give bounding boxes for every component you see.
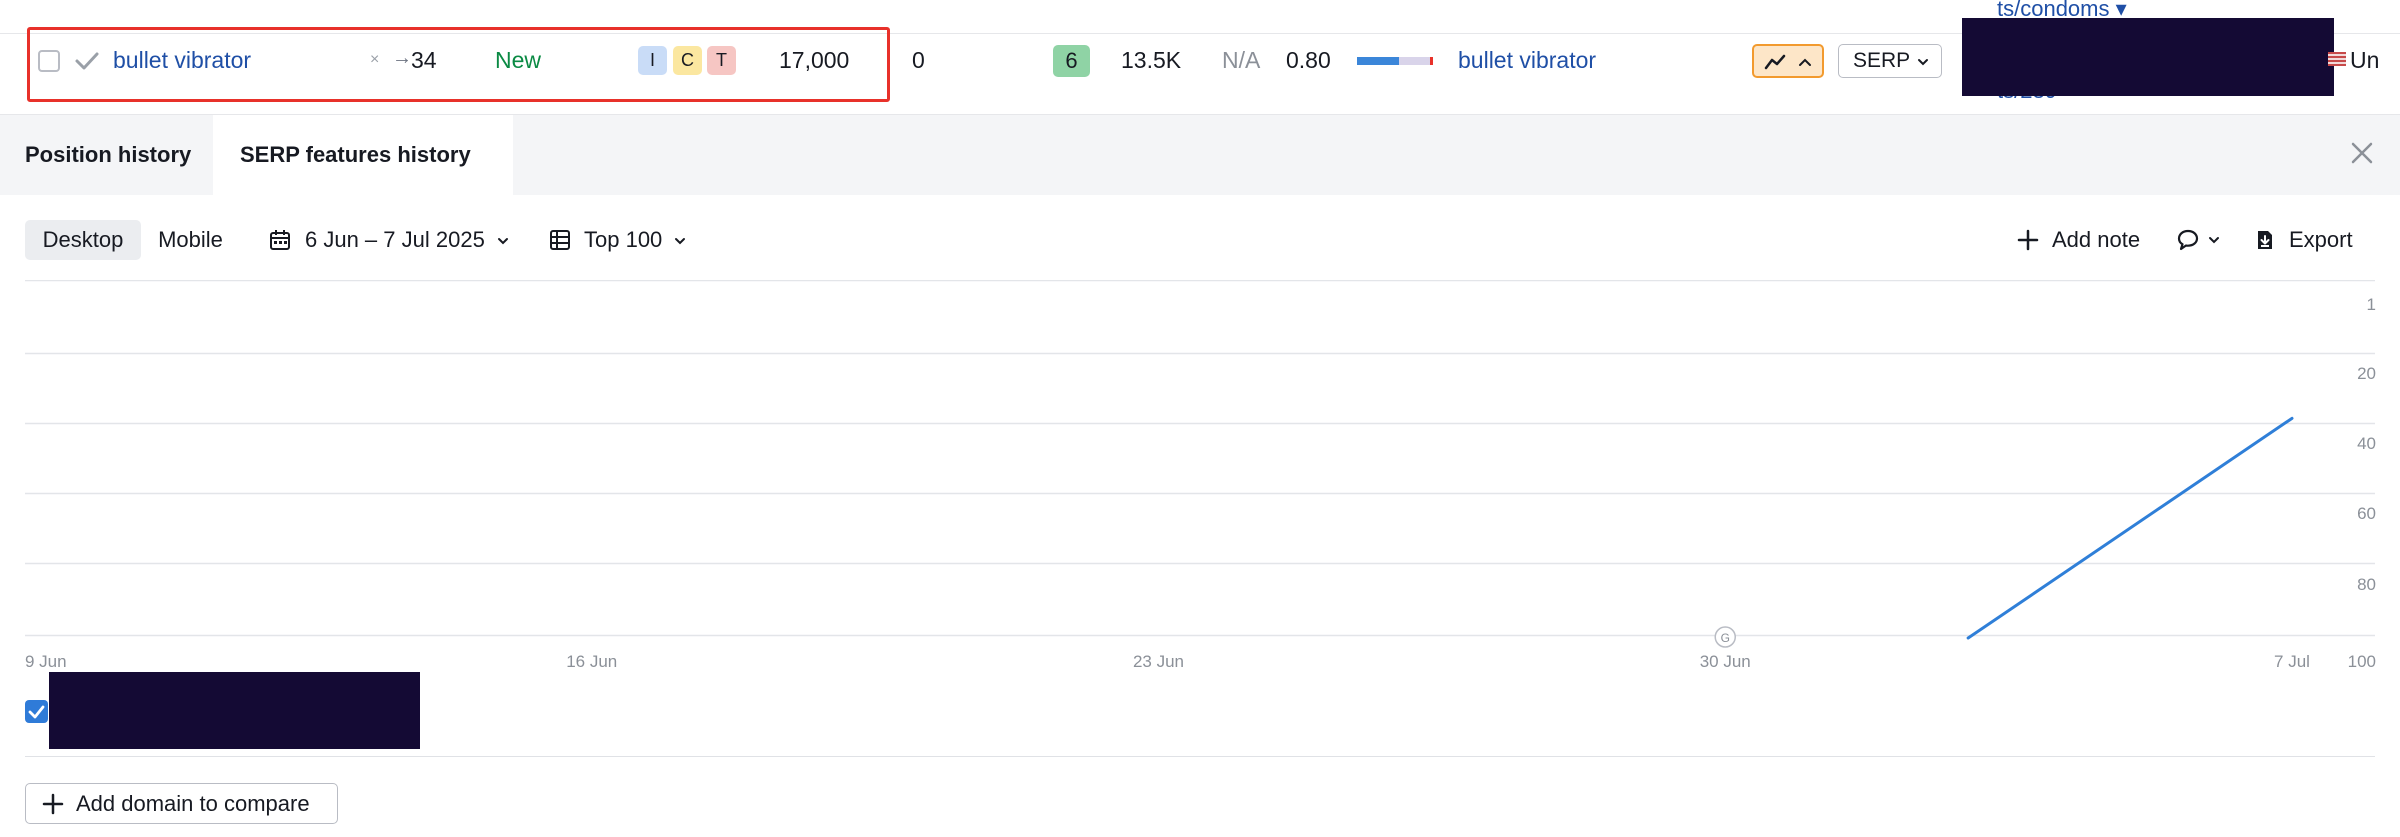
plus-icon bbox=[2017, 229, 2039, 251]
add-domain-label: Add domain to compare bbox=[76, 791, 310, 816]
y-tick-label: 20 bbox=[2357, 364, 2376, 383]
date-range-dropdown[interactable]: 6 Jun – 7 Jul 2025 bbox=[305, 220, 509, 260]
chevron-down-icon bbox=[1918, 59, 1928, 66]
remove-icon[interactable]: × bbox=[370, 51, 379, 69]
y-tick-label: 1 bbox=[2367, 295, 2376, 314]
plus-icon bbox=[42, 793, 64, 815]
keyword-link[interactable]: bullet vibrator bbox=[113, 47, 251, 74]
date-range-label: 6 Jun – 7 Jul 2025 bbox=[305, 227, 485, 252]
download-icon bbox=[2258, 231, 2272, 249]
kd-badge: 6 bbox=[1053, 45, 1090, 77]
serp-label: SERP bbox=[1853, 49, 1911, 72]
comment-icon bbox=[2177, 229, 2199, 251]
competition-bar-fill bbox=[1357, 57, 1399, 65]
legend-divider bbox=[25, 756, 2375, 757]
export-button[interactable]: Export bbox=[2289, 220, 2353, 260]
redacted-block bbox=[1962, 18, 2334, 96]
device-mobile-button[interactable]: Mobile bbox=[143, 220, 238, 260]
position-series-line bbox=[1966, 416, 2294, 640]
redacted-domain bbox=[49, 672, 420, 749]
trend-toggle-button[interactable] bbox=[1752, 44, 1824, 78]
trend-line-icon bbox=[1764, 54, 1786, 70]
x-tick-label: 16 Jun bbox=[566, 652, 617, 671]
country-name: Un bbox=[2350, 47, 2380, 73]
checkmark-icon bbox=[75, 52, 99, 70]
us-flag-icon bbox=[2328, 52, 2346, 66]
chevron-down-icon bbox=[497, 238, 508, 245]
close-icon[interactable] bbox=[2346, 137, 2378, 169]
row-checkbox[interactable] bbox=[38, 50, 60, 72]
keyword-row: bullet vibrator × → 34 New I C T 17,000 … bbox=[0, 0, 2400, 115]
competition-bar-marker bbox=[1430, 57, 1433, 65]
keyword-position: 34 bbox=[411, 47, 437, 73]
cpc-value: 13.5K bbox=[1121, 47, 1182, 73]
intent-badge-commercial: C bbox=[673, 46, 702, 75]
table-icon bbox=[550, 230, 570, 250]
device-desktop-button[interactable]: Desktop bbox=[25, 220, 141, 260]
x-tick-label: 9 Jun bbox=[25, 652, 67, 671]
add-note-button[interactable]: Add note bbox=[2052, 220, 2140, 260]
x-tick-label: 30 Jun bbox=[1700, 652, 1751, 671]
status-new: New bbox=[495, 47, 542, 73]
traffic-value: 0 bbox=[912, 47, 925, 73]
calendar-icon bbox=[270, 230, 290, 250]
chevron-up-icon bbox=[1799, 58, 1811, 66]
top-results-dropdown[interactable]: Top 100 bbox=[584, 220, 686, 260]
top-results-label: Top 100 bbox=[584, 227, 663, 252]
checkmark-icon bbox=[28, 705, 45, 719]
competition-value: 0.80 bbox=[1286, 47, 1331, 73]
x-tick-label: 7 Jul bbox=[2274, 652, 2310, 671]
intent-badge-transactional: T bbox=[707, 46, 736, 75]
history-tabs: Position history SERP features history bbox=[0, 115, 2400, 195]
competition-bar bbox=[1357, 57, 1433, 65]
google-update-marker-label: G bbox=[1721, 631, 1730, 645]
add-domain-to-compare-button[interactable]: Add domain to compare bbox=[25, 783, 338, 824]
y-tick-label: 80 bbox=[2357, 575, 2376, 594]
comments-dropdown[interactable] bbox=[2176, 220, 2226, 260]
y-tick-label: 60 bbox=[2357, 504, 2376, 523]
y-tick-label: 100 bbox=[2348, 652, 2376, 671]
position-history-chart: 1 20 40 60 80 100 9 Jun 16 Jun 23 Jun 30 Jun 7 Jul… bbox=[0, 280, 2400, 680]
serp-dropdown-button[interactable]: SERP bbox=[1838, 44, 1942, 78]
search-volume: 17,000 bbox=[779, 47, 850, 73]
legend-checkbox[interactable] bbox=[25, 700, 48, 723]
chevron-down-icon bbox=[2209, 237, 2219, 244]
intent-badge-informational: I bbox=[638, 46, 667, 75]
na-value: N/A bbox=[1222, 47, 1261, 73]
y-tick-label: 40 bbox=[2357, 434, 2376, 453]
arrow-right-icon: → bbox=[392, 47, 412, 69]
chevron-down-icon bbox=[675, 238, 686, 245]
x-tick-label: 23 Jun bbox=[1133, 652, 1184, 671]
url-keyword-link[interactable]: bullet vibrator bbox=[1458, 47, 1596, 74]
tab-serp-features-history[interactable]: SERP features history bbox=[213, 115, 513, 195]
tab-position-history[interactable]: Position history bbox=[0, 115, 213, 195]
chart-canvas: 1 20 40 60 80 100 9 Jun 16 Jun 23 Jun 30 Jun 7 Jul… bbox=[25, 280, 2376, 671]
